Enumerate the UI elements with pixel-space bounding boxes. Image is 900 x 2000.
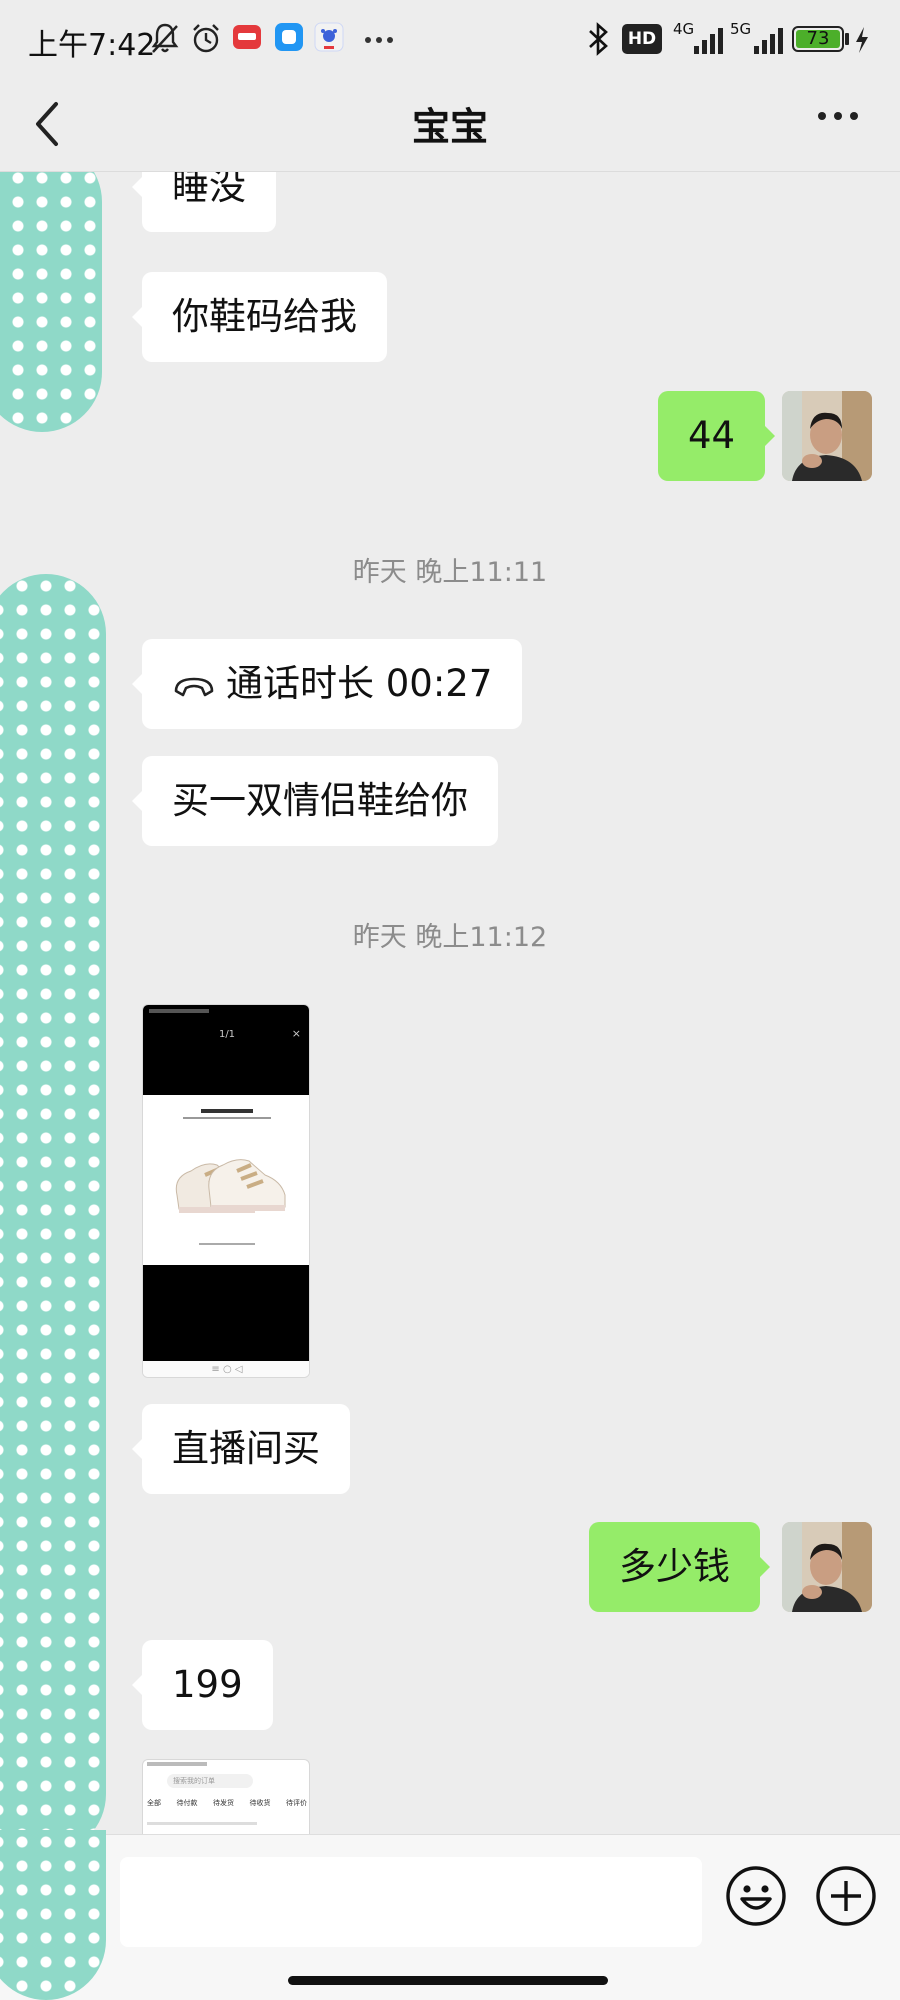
contact-avatar[interactable]: [0, 172, 102, 432]
hd-badge: HD: [622, 24, 662, 54]
alarm-icon: [193, 24, 219, 53]
call-record-bubble[interactable]: 通话时长 00:27: [131, 639, 523, 729]
message-bubble-left[interactable]: 睡没: [132, 172, 276, 232]
more-options-button[interactable]: [816, 110, 860, 122]
image-tab: 待收货: [249, 1799, 271, 1807]
message-bubble-right[interactable]: 多少钱: [589, 1522, 770, 1612]
phone-hangup-icon: [174, 677, 214, 696]
image-text-line: [147, 1822, 257, 1825]
battery-tip: [845, 33, 849, 45]
image-tabs: 全部 待付款 待发货 待收货 待评价: [147, 1798, 307, 1808]
image-footer-line: [199, 1243, 255, 1245]
battery-icon: 73: [792, 26, 844, 52]
image-status-line: [149, 1009, 209, 1013]
contact-avatar-overlay: [0, 1830, 106, 2000]
battery-level: 73: [806, 28, 830, 49]
message-bubble-left[interactable]: 199: [132, 1640, 273, 1730]
my-avatar[interactable]: [782, 391, 872, 481]
chat-header: 宝宝: [0, 80, 900, 172]
app-notification-icon: [314, 22, 344, 52]
image-status-line: [147, 1762, 207, 1766]
image-nav-bar: ≡ ○ ◁: [143, 1361, 309, 1377]
image-tab: 全部: [147, 1799, 161, 1807]
image-footer: [143, 1265, 309, 1361]
message-bubble-right[interactable]: 44: [658, 391, 776, 481]
signal-strength-icon: [694, 28, 723, 54]
image-header: 1/1 ×: [143, 1005, 309, 1095]
timestamp: 昨天 晚上11:11: [352, 557, 548, 588]
chat-title: 宝宝: [411, 105, 488, 149]
status-time: 上午7:42: [28, 28, 156, 63]
image-page-counter: 1/1: [218, 1029, 236, 1040]
plus-button[interactable]: [815, 1865, 877, 1927]
message-bubble-left[interactable]: 直播间买: [132, 1404, 350, 1494]
mute-bell-icon: [151, 23, 179, 53]
image-tab: 待评价: [286, 1799, 307, 1807]
timestamp: 昨天 晚上11:12: [352, 922, 548, 953]
contact-avatar[interactable]: [0, 574, 106, 1834]
home-indicator[interactable]: [288, 1976, 608, 1985]
more-notifications-icon: [365, 37, 393, 43]
message-bubble-left[interactable]: 你鞋码给我: [132, 272, 387, 362]
message-input[interactable]: [120, 1857, 702, 1947]
image-close-icon: ×: [291, 1027, 301, 1040]
message-list[interactable]: 睡没 你鞋码给我 44 昨天 晚上11:11 通话时长 00:27 买一双情侣鞋…: [0, 172, 900, 1834]
sneakers-image: [175, 1159, 286, 1213]
image-message[interactable]: 搜索我的订单 全部 待付款 待发货 待收货 待评价: [142, 1759, 310, 1834]
image-search-box: 搜索我的订单: [167, 1774, 253, 1788]
call-duration-text: 通话时长 00:27: [226, 662, 493, 705]
image-message[interactable]: 1/1 × ≡ ○ ◁: [142, 1004, 310, 1378]
status-bar: 上午7:42 HD 4G 5G 73: [0, 0, 900, 80]
image-tab: 待付款: [176, 1799, 198, 1807]
app-notification-icon: [275, 23, 303, 51]
app-notification-icon: [233, 25, 261, 49]
image-caption-line: [183, 1117, 271, 1119]
image-brand-mark: [201, 1109, 253, 1113]
signal-strength-icon: [754, 28, 783, 54]
my-avatar[interactable]: [782, 1522, 872, 1612]
bluetooth-icon: [589, 22, 608, 56]
emoji-button[interactable]: [725, 1865, 787, 1927]
image-tab: 待发货: [213, 1799, 234, 1807]
charging-icon: [856, 27, 868, 53]
message-bubble-left[interactable]: 买一双情侣鞋给你: [132, 756, 498, 846]
shoe-photo: [143, 1095, 309, 1265]
